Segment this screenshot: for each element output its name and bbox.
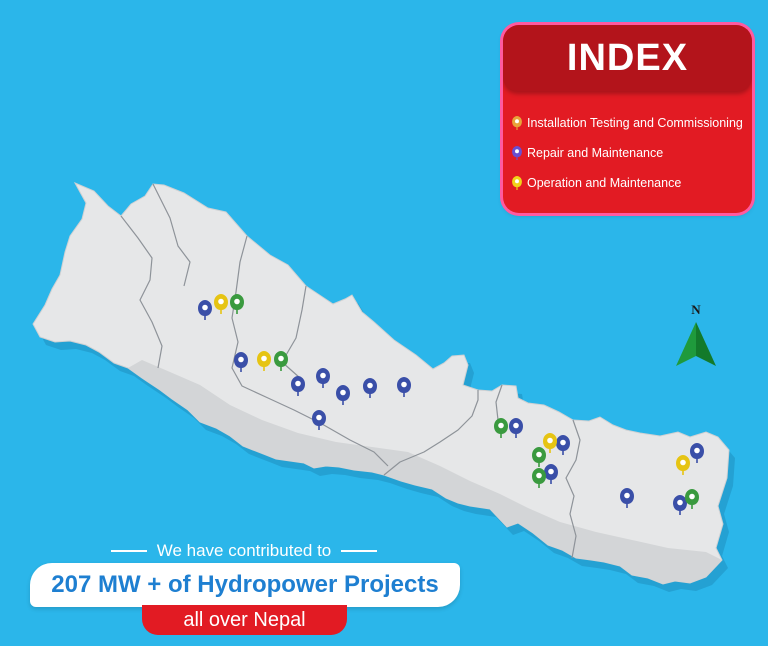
blue-location-pin-icon [336, 385, 350, 405]
index-legend: INDEX Installation Testing and Commissio… [503, 25, 752, 213]
yellow-location-pin-icon [543, 433, 557, 453]
blue-location-pin-icon [556, 435, 570, 455]
blue-location-pin-icon [291, 376, 305, 396]
divider [110, 550, 147, 552]
contribution-line: We have contributed to [90, 540, 398, 562]
green-location-pin-icon [685, 489, 699, 509]
blue-location-pin-icon [397, 377, 411, 397]
green-location-pin-icon [532, 468, 546, 488]
blue-location-pin-icon [312, 410, 326, 430]
blue-location-pin-icon [512, 146, 522, 160]
green-location-pin-icon [512, 116, 522, 130]
blue-location-pin-icon [620, 488, 634, 508]
legend-item-operation: Operation and Maintenance [503, 168, 752, 198]
region-banner: all over Nepal [142, 605, 347, 635]
contribution-text: We have contributed to [156, 541, 332, 560]
legend-item-label: Repair and Maintenance [527, 146, 664, 160]
divider [341, 550, 378, 552]
green-location-pin-icon [532, 447, 546, 467]
legend-item-installation: Installation Testing and Commissioning [503, 108, 752, 138]
green-location-pin-icon [230, 294, 244, 314]
blue-location-pin-icon [690, 443, 704, 463]
green-location-pin-icon [494, 418, 508, 438]
capacity-headline: 207 MW + of Hydropower Projects [51, 571, 439, 598]
index-header: INDEX [503, 25, 752, 91]
index-list: Installation Testing and Commissioning R… [503, 108, 752, 198]
legend-item-label: Operation and Maintenance [527, 176, 682, 190]
yellow-location-pin-icon [214, 294, 228, 314]
yellow-location-pin-icon [512, 176, 522, 190]
legend-item-repair: Repair and Maintenance [503, 138, 752, 168]
blue-location-pin-icon [198, 300, 212, 320]
blue-location-pin-icon [363, 378, 377, 398]
blue-location-pin-icon [673, 495, 687, 515]
legend-item-label: Installation Testing and Commissioning [527, 116, 743, 130]
green-location-pin-icon [274, 351, 288, 371]
region-text: all over Nepal [183, 608, 306, 631]
blue-location-pin-icon [234, 352, 248, 372]
north-label: N [691, 302, 701, 317]
north-arrow-icon: N [676, 302, 716, 366]
yellow-location-pin-icon [676, 455, 690, 475]
capacity-banner: 207 MW + of Hydropower Projects [30, 563, 460, 607]
index-title: INDEX [566, 36, 689, 79]
hydropower-map-infographic: INDEX Installation Testing and Commissio… [0, 0, 768, 646]
blue-location-pin-icon [509, 418, 523, 438]
blue-location-pin-icon [544, 464, 558, 484]
blue-location-pin-icon [316, 368, 330, 388]
yellow-location-pin-icon [257, 351, 271, 371]
